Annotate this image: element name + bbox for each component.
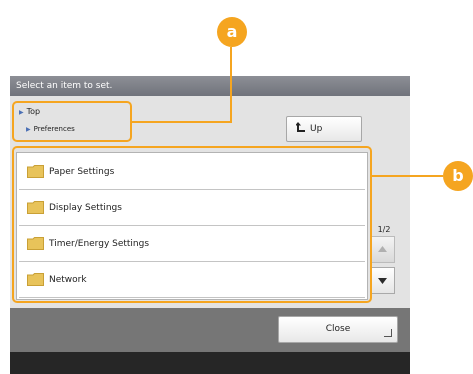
callout-a-line <box>132 47 232 123</box>
callout-a-badge: a <box>217 17 247 47</box>
callout-a-highlight <box>12 101 132 142</box>
callout-b-badge: b <box>443 161 473 191</box>
callout-b-highlight <box>12 146 372 303</box>
